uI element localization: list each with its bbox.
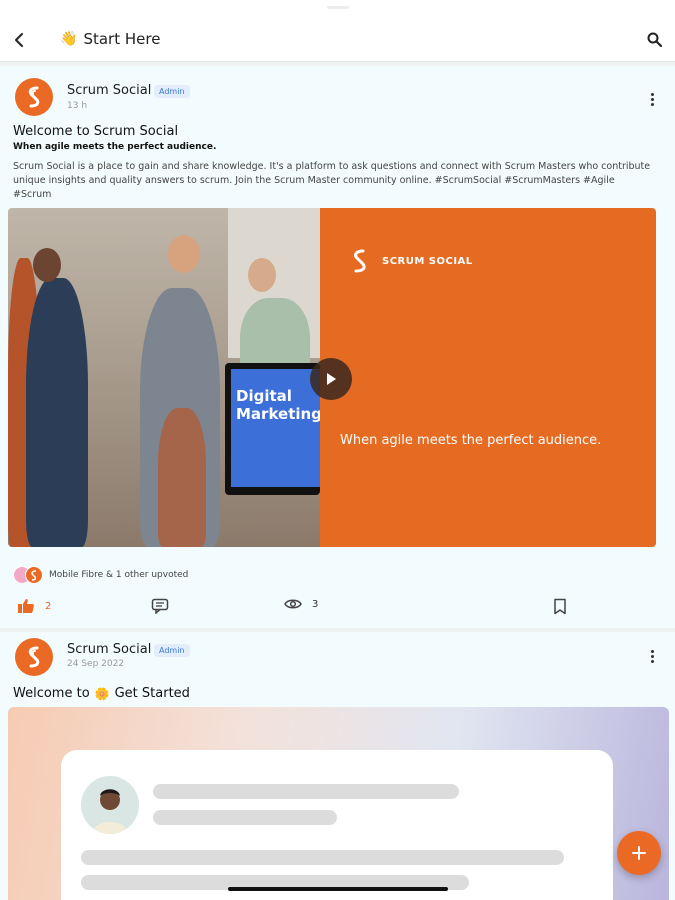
more-vertical-icon: [650, 649, 654, 653]
play-button[interactable]: [310, 358, 352, 400]
like-button[interactable]: 2: [17, 598, 51, 614]
app-header: 👋 Start Here: [0, 0, 675, 62]
flower-emoji: 🌼: [94, 686, 110, 701]
scrum-social-logo-icon: [28, 86, 40, 108]
author-name[interactable]: Scrum Social: [67, 83, 151, 98]
post-subtitle: When agile meets the perfect audience.: [13, 142, 217, 152]
upvote-summary[interactable]: Mobile Fibre & 1 other upvoted: [13, 566, 188, 584]
more-options-button[interactable]: [646, 90, 658, 108]
views-indicator: 3: [284, 598, 318, 610]
bookmark-icon: [554, 598, 566, 615]
like-count: 2: [45, 600, 52, 612]
more-options-button[interactable]: [646, 647, 658, 665]
upvoter-avatar: [25, 566, 43, 584]
comment-icon: [151, 598, 169, 614]
bookmark-button[interactable]: [553, 598, 567, 615]
author-name[interactable]: Scrum Social: [67, 642, 151, 657]
post-time: 24 Sep 2022: [67, 659, 125, 669]
chevron-left-icon: [15, 33, 23, 47]
home-indicator[interactable]: [228, 887, 448, 891]
post-title: Welcome to 🌼 Get Started: [13, 686, 190, 701]
status-notch: [327, 6, 349, 9]
more-vertical-icon: [650, 92, 654, 96]
post-title-prefix: Welcome to: [13, 686, 90, 701]
author-avatar[interactable]: [15, 638, 53, 676]
post-image[interactable]: [8, 707, 669, 900]
upvote-text: Mobile Fibre & 1 other upvoted: [49, 570, 189, 580]
wave-emoji: 👋: [60, 31, 78, 47]
play-icon: [327, 373, 336, 385]
page-title: 👋 Start Here: [60, 30, 160, 48]
post-title-suffix: Get Started: [114, 686, 190, 701]
video-tagline: When agile meets the perfect audience.: [340, 433, 602, 448]
admin-badge: Admin: [154, 85, 190, 98]
back-button[interactable]: [8, 28, 30, 52]
post-time: 13 h: [67, 101, 88, 111]
monitor-text-line1: Digital: [236, 387, 292, 405]
search-icon: [647, 32, 663, 48]
admin-badge: Admin: [154, 644, 190, 657]
plus-icon: [632, 846, 646, 860]
scrum-social-logo-icon: [354, 249, 366, 273]
feed: Scrum Social Admin 13 h Welcome to Scrum…: [0, 62, 675, 900]
scrum-social-logo-icon: [28, 646, 40, 668]
author-avatar[interactable]: [15, 78, 53, 116]
post-card[interactable]: Scrum Social Admin 13 h Welcome to Scrum…: [0, 66, 675, 628]
eye-icon: [284, 599, 302, 609]
post-card[interactable]: Scrum Social Admin 24 Sep 2022 Welcome t…: [0, 632, 675, 900]
video-photo: Digital Marketing: [8, 208, 322, 547]
view-count: 3: [312, 598, 319, 610]
create-post-button[interactable]: [617, 831, 661, 875]
post-title: Welcome to Scrum Social: [13, 124, 179, 139]
monitor: Digital Marketing: [225, 363, 322, 495]
post-actions: 2 3: [0, 596, 675, 620]
post-video[interactable]: Digital Marketing SCRUM SOCIAL When agil…: [8, 208, 656, 547]
video-brand-panel: SCRUM SOCIAL When agile meets the perfec…: [320, 208, 656, 547]
comment-button[interactable]: [151, 598, 169, 614]
monitor-text-line2: Marketing: [236, 405, 322, 423]
illustration-avatar: [81, 776, 139, 834]
brand-lockup: SCRUM SOCIAL: [350, 248, 473, 274]
illustration-card: [61, 750, 613, 900]
search-button[interactable]: [645, 30, 665, 50]
thumbs-up-icon: [18, 599, 34, 613]
post-body: Scrum Social is a place to gain and shar…: [13, 161, 651, 200]
brand-name: SCRUM SOCIAL: [382, 255, 473, 267]
page-title-text: Start Here: [83, 30, 161, 48]
